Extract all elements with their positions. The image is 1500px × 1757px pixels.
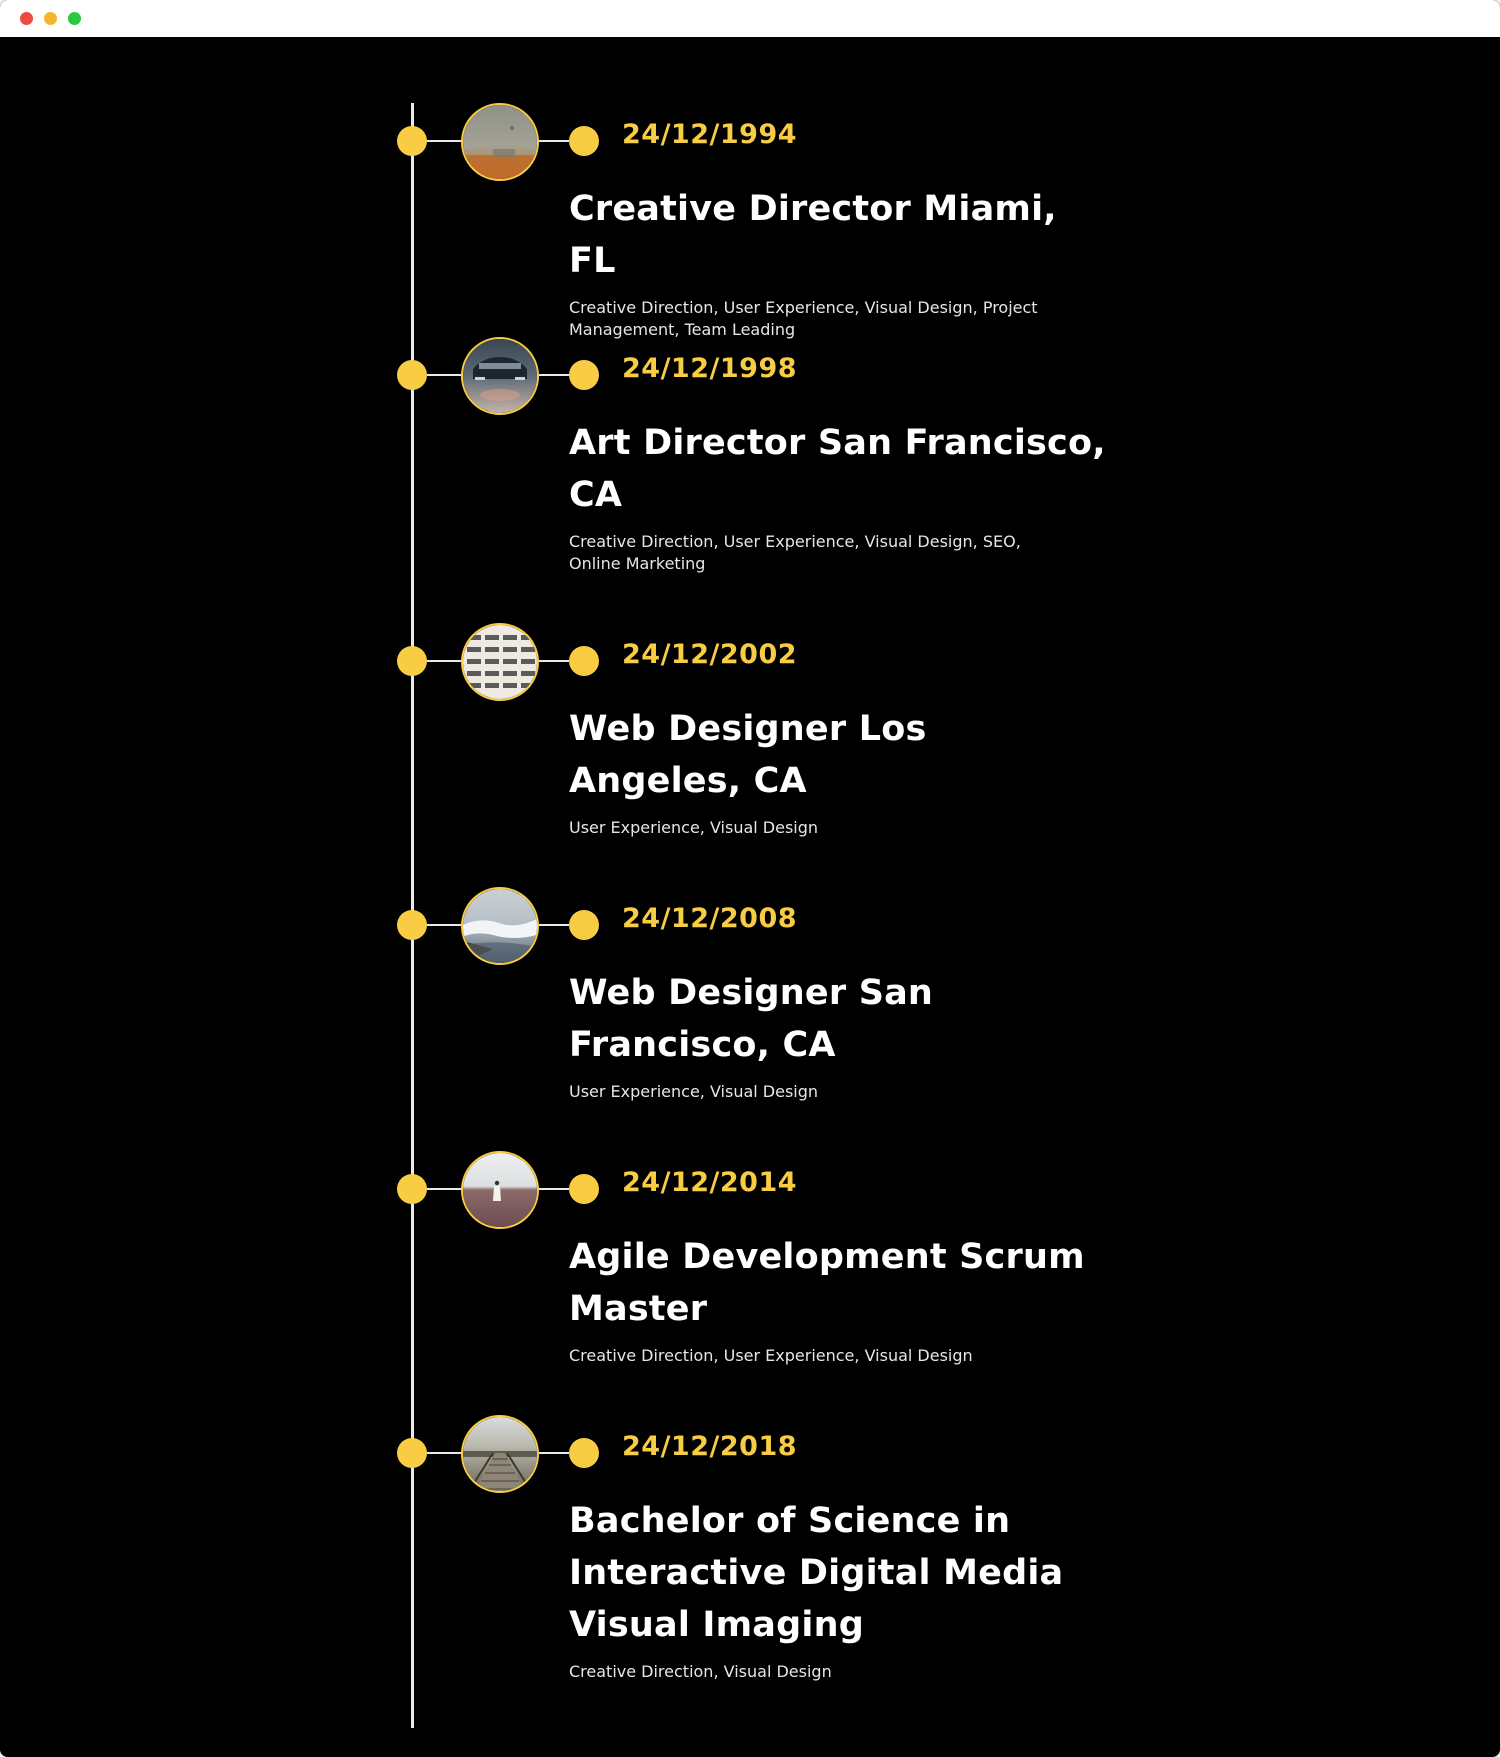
entry-description: Creative Direction, User Experience, Vis… (569, 1346, 973, 1365)
timeline-connector (427, 924, 462, 926)
boardwalk-pier-photo-icon (461, 1415, 539, 1493)
timeline-connector (427, 140, 462, 142)
timeline-connector (539, 924, 569, 926)
date-marker-dot (569, 1174, 599, 1204)
person-field-photo-icon (461, 1151, 539, 1229)
entry-title: Bachelor of Science in Interactive Digit… (569, 1501, 1064, 1645)
entry-title: Web Designer Los Angeles, CA (569, 709, 927, 801)
window-titlebar (0, 0, 1500, 38)
entry-description: User Experience, Visual Design (569, 818, 819, 837)
timeline-connector (539, 1452, 569, 1454)
timeline-node-dot (397, 646, 427, 676)
entry-description: Creative Direction, User Experience, Vis… (569, 298, 1038, 339)
close-window-icon[interactable] (20, 12, 33, 25)
timeline-connector (539, 140, 569, 142)
entry-date: 24/12/2014 (622, 1167, 798, 1198)
date-marker-dot (569, 646, 599, 676)
building-facade-photo-icon (461, 623, 539, 701)
entry-date: 24/12/1998 (622, 353, 798, 384)
timeline-connector (427, 1188, 462, 1190)
entry-date: 24/12/2002 (622, 639, 798, 670)
browser-window: 24/12/1994 Creative Director Miami, FL C… (0, 0, 1500, 1757)
timeline-connector (427, 374, 462, 376)
timeline-node-dot (397, 1174, 427, 1204)
ocean-waves-photo-icon (461, 887, 539, 965)
entry-title: Agile Development Scrum Master (569, 1237, 1085, 1329)
date-marker-dot (569, 910, 599, 940)
timeline-section: 24/12/1994 Creative Director Miami, FL C… (0, 37, 1500, 1757)
minimize-window-icon[interactable] (44, 12, 57, 25)
date-marker-dot (569, 1438, 599, 1468)
entry-description: Creative Direction, User Experience, Vis… (569, 532, 1021, 573)
entry-description: Creative Direction, Visual Design (569, 1662, 832, 1681)
date-marker-dot (569, 360, 599, 390)
entry-date: 24/12/2008 (622, 903, 798, 934)
entry-title: Art Director San Francisco, CA (569, 423, 1106, 515)
timeline-connector (427, 1452, 462, 1454)
timeline-node-dot (397, 360, 427, 390)
timeline-node-dot (397, 910, 427, 940)
entry-title: Web Designer San Francisco, CA (569, 973, 934, 1065)
timeline-node-dot (397, 126, 427, 156)
timeline-connector (427, 660, 462, 662)
foggy-landscape-photo-icon (461, 103, 539, 181)
maximize-window-icon[interactable] (68, 12, 81, 25)
timeline-connector (539, 374, 569, 376)
entry-description: User Experience, Visual Design (569, 1082, 819, 1101)
entry-date: 24/12/2018 (622, 1431, 798, 1462)
timeline-node-dot (397, 1438, 427, 1468)
entry-date: 24/12/1994 (622, 119, 798, 150)
entry-title: Creative Director Miami, FL (569, 189, 1057, 281)
car-night-photo-icon (461, 337, 539, 415)
timeline-connector (539, 1188, 569, 1190)
timeline-connector (539, 660, 569, 662)
date-marker-dot (569, 126, 599, 156)
